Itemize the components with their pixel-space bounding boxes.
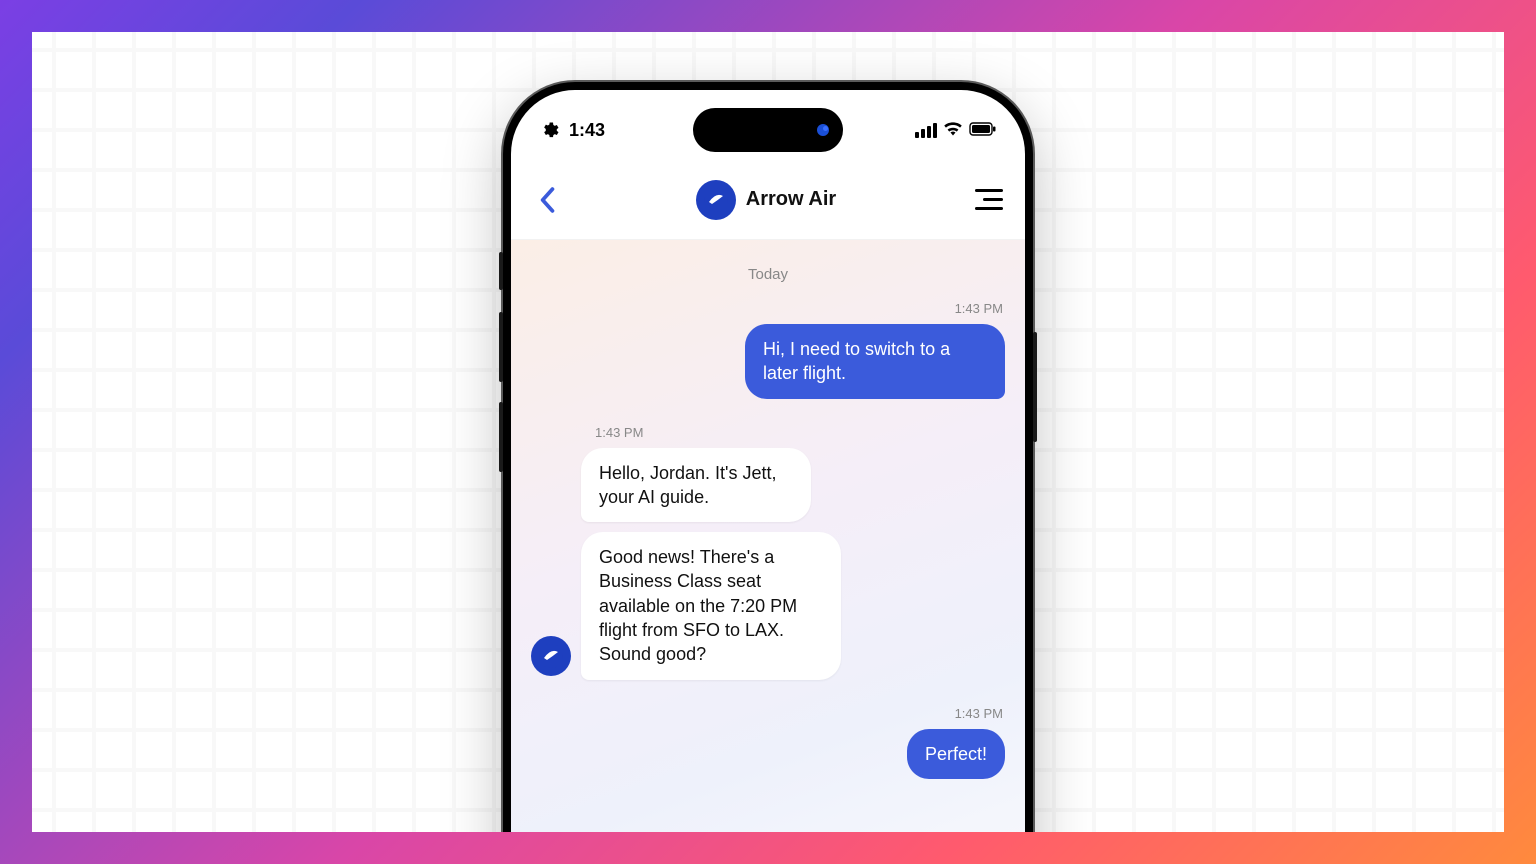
msg-timestamp: 1:43 PM — [533, 301, 1003, 316]
power-button — [1033, 332, 1037, 442]
brand: Arrow Air — [696, 180, 836, 220]
dynamic-island — [693, 108, 843, 152]
bot-avatar-icon — [531, 636, 571, 676]
user-message-row: Hi, I need to switch to a later flight. — [531, 324, 1005, 399]
msg-timestamp: 1:43 PM — [533, 425, 1003, 440]
date-separator: Today — [531, 266, 1005, 283]
silent-switch — [499, 252, 503, 290]
chat-area[interactable]: Today 1:43 PM Hi, I need to switch to a … — [511, 240, 1025, 832]
phone-screen: 1:43 — [511, 90, 1025, 832]
volume-up — [499, 312, 503, 382]
cell-signal-icon — [915, 123, 937, 138]
wifi-icon — [943, 120, 963, 141]
gear-icon — [539, 120, 559, 140]
battery-icon — [969, 120, 997, 141]
bot-message-bubble: Hello, Jordan. It's Jett, your AI guide. — [581, 448, 811, 523]
brand-logo-icon — [696, 180, 736, 220]
status-time: 1:43 — [569, 120, 605, 141]
brand-name: Arrow Air — [746, 188, 836, 211]
user-message-bubble: Hi, I need to switch to a later flight. — [745, 324, 1005, 399]
bot-message-row: Hello, Jordan. It's Jett, your AI guide.… — [531, 448, 1005, 680]
menu-button[interactable] — [971, 186, 1003, 214]
camera-dot-icon — [817, 124, 829, 136]
user-message-row: Perfect! — [531, 729, 1005, 779]
back-button[interactable] — [533, 186, 561, 214]
msg-timestamp: 1:43 PM — [533, 706, 1003, 721]
phone-frame: 1:43 — [503, 82, 1033, 832]
bot-message-bubble: Good news! There's a Business Class seat… — [581, 532, 841, 679]
user-message-bubble: Perfect! — [907, 729, 1005, 779]
volume-down — [499, 402, 503, 472]
app-header: Arrow Air — [511, 160, 1025, 240]
